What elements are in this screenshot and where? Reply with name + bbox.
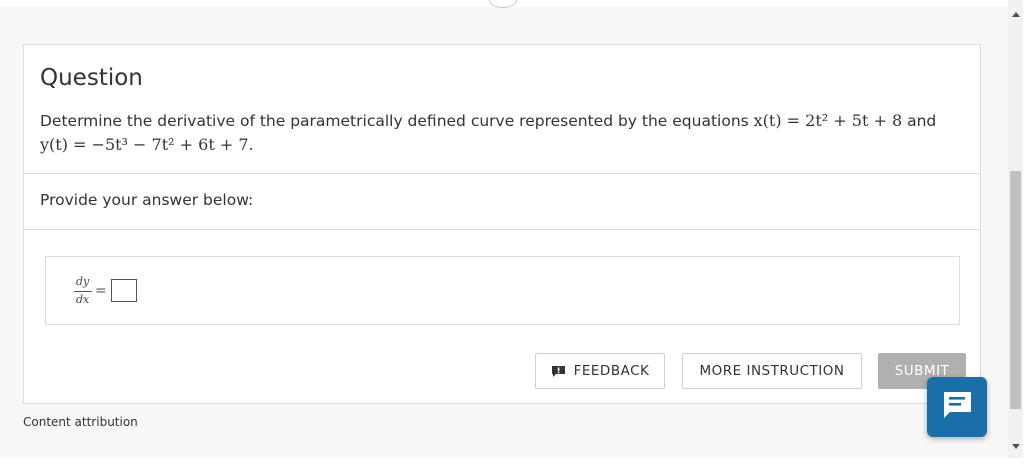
derivative-fraction: dy dx: [74, 275, 114, 309]
question-intro: Determine the derivative of the parametr…: [40, 112, 754, 130]
question-title: Question: [40, 65, 143, 91]
vertical-scrollbar[interactable]: [1008, 0, 1023, 458]
equals-sign: =: [95, 283, 107, 299]
y-equation: y(t) = −5t³ − 7t² + 6t + 7: [40, 135, 249, 154]
question-text: Determine the derivative of the parametr…: [40, 109, 960, 157]
content-viewport: Question Determine the derivative of the…: [0, 0, 1008, 458]
question-period: .: [248, 136, 254, 154]
more-instruction-label: MORE INSTRUCTION: [699, 363, 845, 379]
feedback-button[interactable]: FEEDBACK: [535, 353, 665, 389]
scroll-down-arrow-icon[interactable]: [1012, 444, 1020, 449]
bottom-strip: [0, 458, 1029, 468]
chat-bubble-icon: [941, 390, 973, 424]
prompt-section: Provide your answer below:: [24, 173, 980, 230]
more-instruction-button[interactable]: MORE INSTRUCTION: [682, 353, 862, 389]
x-equation: x(t) = 2t² + 5t + 8: [753, 111, 903, 130]
content-attribution-link[interactable]: Content attribution: [23, 415, 138, 429]
feedback-label: FEEDBACK: [573, 363, 650, 379]
answer-area: dy dx =: [45, 256, 960, 325]
fraction-denominator: dx: [76, 293, 90, 306]
fraction-bar: [74, 291, 92, 292]
scroll-up-arrow-icon[interactable]: [1012, 12, 1020, 17]
scrollbar-thumb[interactable]: [1010, 171, 1021, 409]
feedback-alert-icon: [551, 365, 566, 378]
fraction-numerator: dy: [76, 275, 90, 288]
question-section: Question Determine the derivative of the…: [24, 45, 980, 174]
chat-button[interactable]: [927, 377, 987, 437]
question-card: Question Determine the derivative of the…: [23, 44, 981, 404]
question-and: and: [902, 112, 937, 130]
answer-prompt: Provide your answer below:: [40, 191, 254, 209]
answer-input[interactable]: [111, 279, 137, 302]
